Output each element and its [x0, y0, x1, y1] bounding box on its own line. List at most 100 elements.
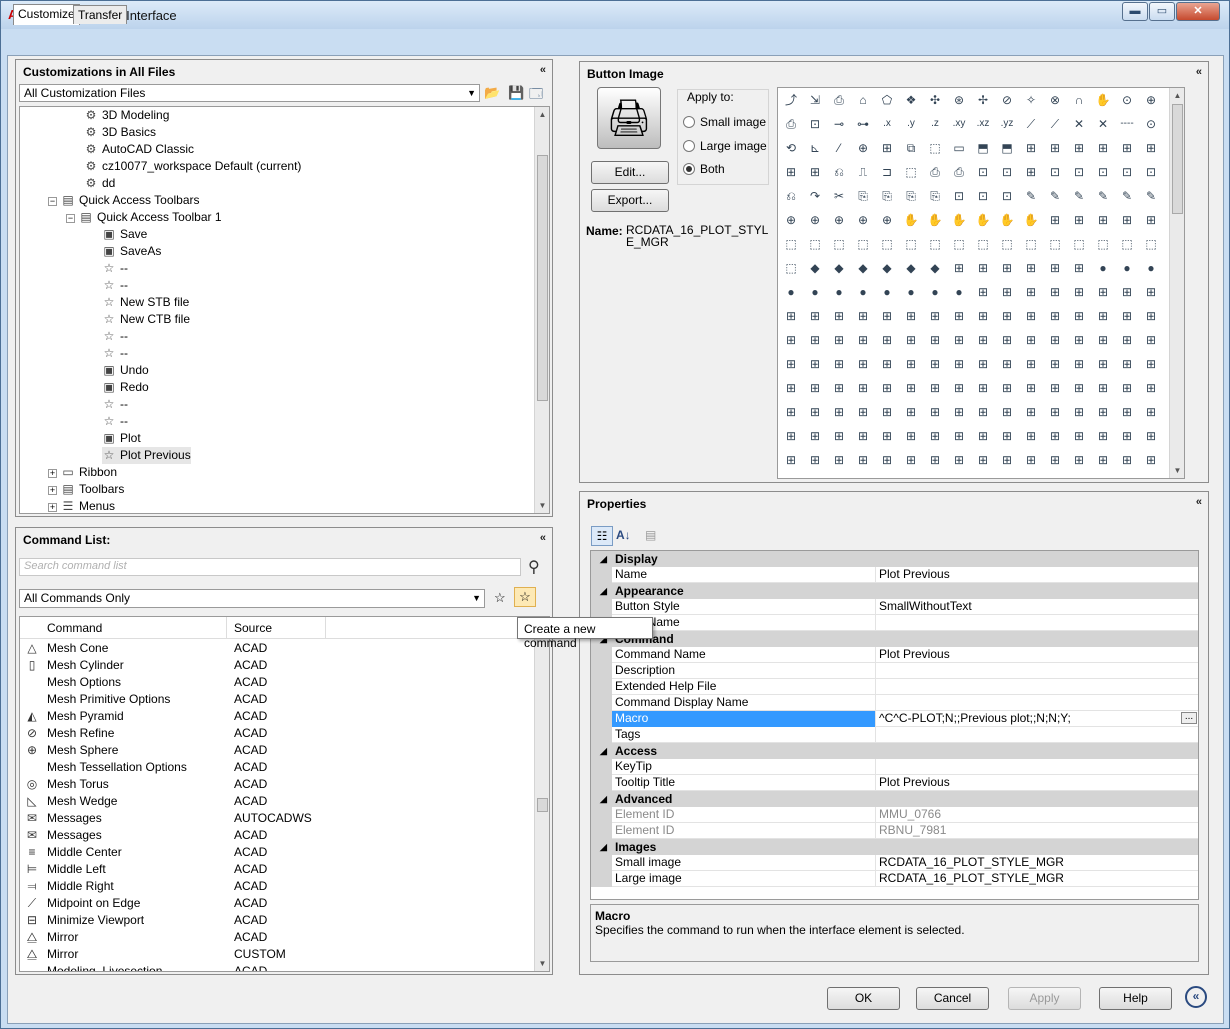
cancel-button[interactable]: Cancel: [916, 987, 989, 1010]
button-image-icon[interactable]: ⎘: [924, 185, 946, 207]
button-image-icon[interactable]: ⊞: [804, 353, 826, 375]
button-image-icon[interactable]: ⁄: [828, 137, 850, 159]
button-image-icon[interactable]: ⊞: [1116, 209, 1138, 231]
button-image-icon[interactable]: ⊞: [780, 425, 802, 447]
button-image-icon[interactable]: ⬒: [972, 137, 994, 159]
button-image-icon[interactable]: ●: [804, 281, 826, 303]
button-image-icon[interactable]: ⊞: [948, 353, 970, 375]
button-image-icon[interactable]: ✎: [1092, 185, 1114, 207]
button-image-icon[interactable]: ⊞: [1092, 329, 1114, 351]
button-image-icon[interactable]: ⊞: [972, 377, 994, 399]
scroll-down-icon[interactable]: ▼: [535, 956, 549, 971]
command-filter-dropdown[interactable]: All Commands Only ▼: [19, 589, 485, 608]
button-image-icon[interactable]: ⊞: [996, 377, 1018, 399]
button-image-icon[interactable]: ⊡: [996, 185, 1018, 207]
button-image-icon[interactable]: ✎: [1140, 185, 1162, 207]
table-row[interactable]: Mesh Primitive Options ACAD: [20, 691, 534, 708]
tree-item[interactable]: ☆ --: [102, 328, 128, 345]
tree-item[interactable]: ☆ Plot Previous: [102, 447, 191, 464]
button-image-icon[interactable]: ⬠: [876, 89, 898, 111]
button-image-icon[interactable]: ⊞: [1092, 425, 1114, 447]
tree-item[interactable]: + ▭ Ribbon: [48, 464, 117, 481]
button-image-icon[interactable]: ⬚: [1116, 233, 1138, 255]
button-image-icon[interactable]: ✂: [828, 185, 850, 207]
button-image-icon[interactable]: ⊞: [972, 257, 994, 279]
button-image-icon[interactable]: ⬚: [828, 233, 850, 255]
ok-button[interactable]: OK: [827, 987, 900, 1010]
scroll-up-icon[interactable]: ▲: [535, 107, 549, 122]
property-row[interactable]: Small image RCDATA_16_PLOT_STYLE_MGR: [591, 855, 1198, 871]
button-image-icon[interactable]: ⊞: [948, 449, 970, 471]
expand-icon[interactable]: +: [48, 486, 57, 495]
button-image-icon[interactable]: ⊞: [1116, 449, 1138, 471]
button-image-icon[interactable]: ⊡: [1068, 161, 1090, 183]
button-image-icon[interactable]: ⊞: [948, 401, 970, 423]
button-image-icon[interactable]: ⊞: [996, 425, 1018, 447]
button-image-icon[interactable]: ⊞: [900, 329, 922, 351]
property-category[interactable]: ◢ Advanced: [591, 791, 1198, 807]
column-source[interactable]: Source: [234, 621, 272, 635]
button-image-icon[interactable]: ⊞: [1020, 401, 1042, 423]
button-image-icon[interactable]: ⊞: [804, 377, 826, 399]
grid-scrollbar[interactable]: ▲ ▼: [1169, 88, 1184, 478]
button-image-icon[interactable]: ●: [852, 281, 874, 303]
button-image-icon[interactable]: ●: [1140, 257, 1162, 279]
button-image-icon[interactable]: ⊞: [852, 401, 874, 423]
button-image-icon[interactable]: ⬚: [1140, 233, 1162, 255]
button-image-icon[interactable]: ⬚: [972, 233, 994, 255]
tree-item[interactable]: ▣ Save: [102, 226, 147, 243]
button-image-icon[interactable]: ⎘: [876, 185, 898, 207]
button-image-icon[interactable]: ⊡: [996, 161, 1018, 183]
property-row[interactable]: Button Style SmallWithoutText: [591, 599, 1198, 615]
button-image-icon[interactable]: ⊞: [1092, 305, 1114, 327]
button-image-icon[interactable]: ⊞: [1140, 449, 1162, 471]
tree-item[interactable]: − ▤ Quick Access Toolbars: [48, 192, 200, 209]
tree-item[interactable]: ☆ New STB file: [102, 294, 190, 311]
button-image-icon[interactable]: ⬚: [924, 137, 946, 159]
button-image-icon[interactable]: ⊞: [1116, 377, 1138, 399]
button-image-icon[interactable]: ⊞: [924, 329, 946, 351]
help-button[interactable]: Help: [1099, 987, 1172, 1010]
button-image-icon[interactable]: ⊞: [972, 425, 994, 447]
button-image-icon[interactable]: ⊞: [948, 329, 970, 351]
button-image-icon[interactable]: ⊞: [852, 329, 874, 351]
find-command-icon[interactable]: ☆: [494, 590, 506, 606]
button-image-icon[interactable]: ⊞: [1116, 353, 1138, 375]
button-image-icon[interactable]: ⊞: [1044, 353, 1066, 375]
table-row[interactable]: ⟋ Midpoint on Edge ACAD: [20, 895, 534, 912]
table-row[interactable]: ⊕ Mesh Sphere ACAD: [20, 742, 534, 759]
both-radio[interactable]: Both: [683, 162, 725, 176]
button-image-icon[interactable]: ⊞: [1020, 353, 1042, 375]
button-image-icon[interactable]: ⟲: [780, 137, 802, 159]
button-image-icon[interactable]: ⊞: [1068, 209, 1090, 231]
tree-item[interactable]: + ▤ Toolbars: [48, 481, 124, 498]
collapse-icon[interactable]: «: [1196, 66, 1202, 78]
table-row[interactable]: Mesh Tessellation Options ACAD: [20, 759, 534, 776]
button-image-icon[interactable]: ⎙: [924, 161, 946, 183]
command-scrollbar[interactable]: ▼: [534, 639, 549, 971]
button-image-icon[interactable]: ⊞: [1068, 281, 1090, 303]
button-image-icon[interactable]: ∩: [1068, 89, 1090, 111]
tree-item[interactable]: ▣ Redo: [102, 379, 148, 396]
button-image-icon[interactable]: ⊐: [876, 161, 898, 183]
button-image-icon[interactable]: ●: [1116, 257, 1138, 279]
button-image-icon[interactable]: ❖: [900, 89, 922, 111]
button-image-icon[interactable]: ✋: [1092, 89, 1114, 111]
property-row[interactable]: KeyTip: [591, 759, 1198, 775]
button-image-icon[interactable]: ⊞: [1020, 257, 1042, 279]
button-image-icon[interactable]: ✧: [1020, 89, 1042, 111]
button-image-icon[interactable]: ⊞: [972, 401, 994, 423]
button-image-icon[interactable]: ✕: [1068, 113, 1090, 135]
table-row[interactable]: ⧋ Mirror CUSTOM: [20, 946, 534, 963]
button-image-icon[interactable]: ⊞: [948, 305, 970, 327]
table-row[interactable]: ◺ Mesh Wedge ACAD: [20, 793, 534, 810]
button-image-icon[interactable]: ●: [876, 281, 898, 303]
button-image-icon[interactable]: ✋: [900, 209, 922, 231]
table-row[interactable]: ⫤ Middle Right ACAD: [20, 878, 534, 895]
properties-grid[interactable]: ◢ Display Name Plot Previous ◢ Appearance Butt…: [590, 550, 1199, 900]
tree-item[interactable]: + ☰ Menus: [48, 498, 115, 513]
property-category[interactable]: ◢ Images: [591, 839, 1198, 855]
table-row[interactable]: ◭ Mesh Pyramid ACAD: [20, 708, 534, 725]
minimize-button[interactable]: ▬: [1122, 2, 1148, 21]
button-image-icon[interactable]: ⊙: [1116, 89, 1138, 111]
